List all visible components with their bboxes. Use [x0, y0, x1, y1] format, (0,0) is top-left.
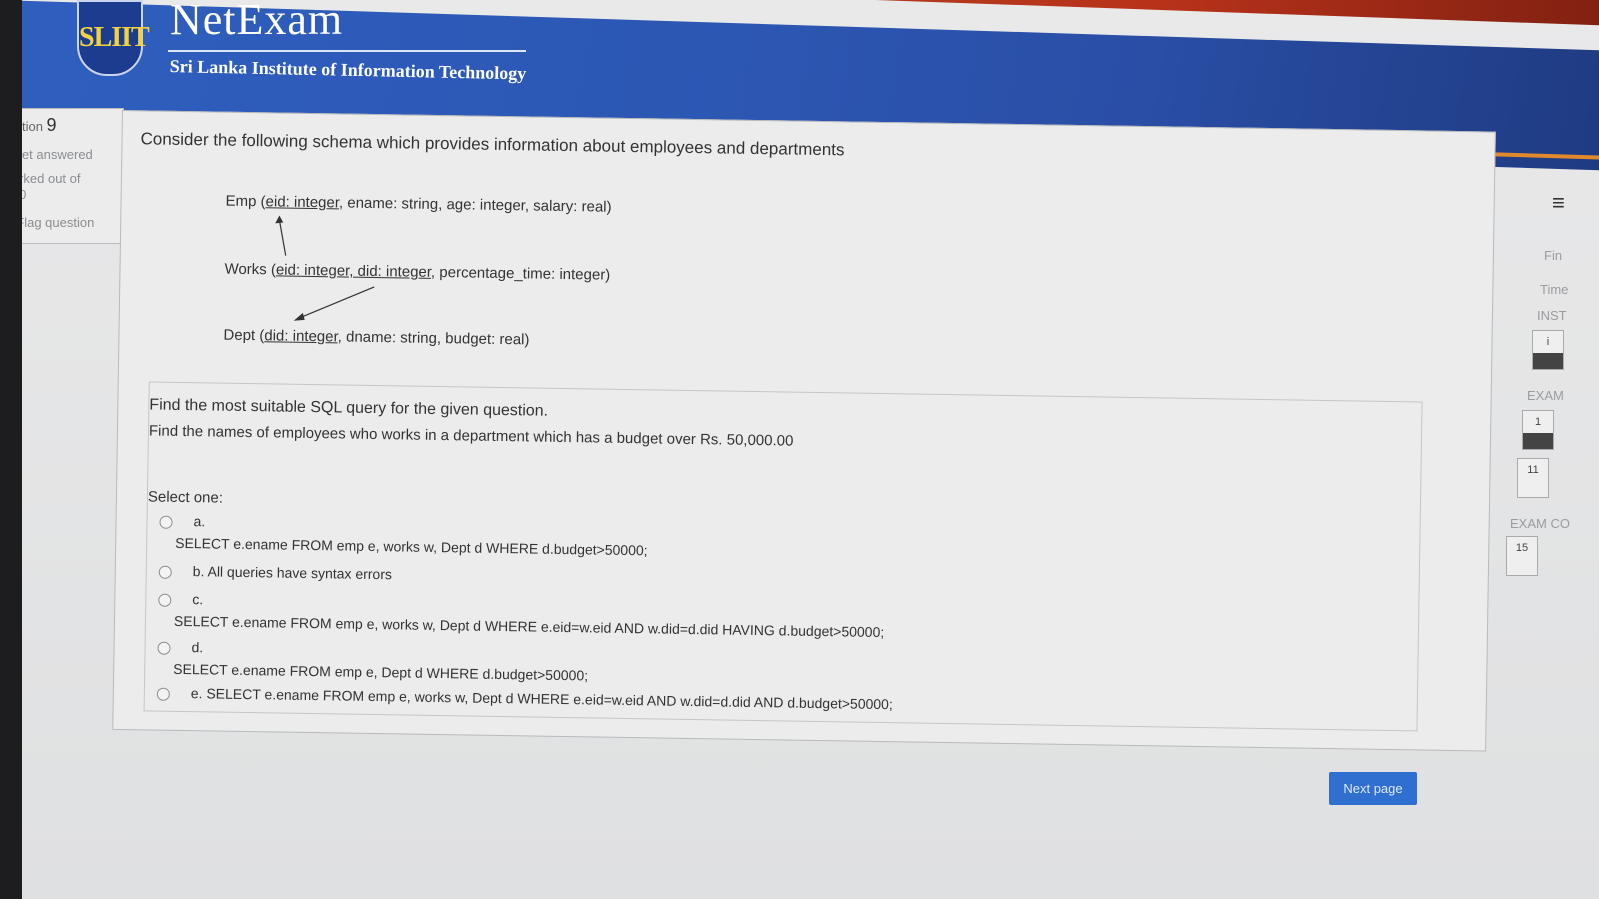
- radio-option-b[interactable]: [158, 565, 172, 579]
- nav-box-status-bar: [1533, 353, 1563, 369]
- option-a-text[interactable]: SELECT e.ename FROM emp e, works w, Dept…: [175, 535, 648, 558]
- question-heading: Find the most suitable SQL query for the…: [149, 396, 549, 420]
- schema-dept: Dept (did: integer, dname: string, budge…: [223, 327, 529, 349]
- schema-works: Works (eid: integer, did: integer, perce…: [224, 261, 610, 284]
- option-b-text[interactable]: b. All queries have syntax errors: [193, 563, 392, 582]
- schema-emp-key: eid: integer: [265, 193, 340, 212]
- marks-info: Marked out of 1.00: [22, 171, 81, 203]
- schema-emp-rest: , ename: string, age: integer, salary: r…: [338, 194, 612, 216]
- brand-title: NetExam: [170, 0, 344, 44]
- flag-question-link[interactable]: ⚑ Flag question: [22, 215, 94, 231]
- schema-works-name: Works (: [224, 260, 277, 279]
- schema-dept-name: Dept (: [223, 326, 265, 345]
- question-card: Consider the following schema which prov…: [112, 110, 1496, 752]
- fk-arrow-icon: [275, 215, 287, 256]
- radio-option-e[interactable]: [156, 687, 170, 701]
- question-lead: Consider the following schema which prov…: [140, 129, 845, 160]
- question-nav-box-1[interactable]: 1: [1522, 410, 1554, 450]
- fk-arrow-icon: [293, 286, 375, 321]
- instructions-label: INST: [1537, 308, 1567, 323]
- schema-dept-rest: , dname: string, budget: real): [337, 328, 530, 349]
- instructions-box-label: i: [1546, 336, 1550, 348]
- radio-option-d[interactable]: [157, 641, 171, 655]
- select-one-label: Select one:: [147, 488, 224, 507]
- header-accent: [661, 0, 1599, 28]
- screen: SLIIT NetExam Sri Lanka Institute of Inf…: [22, 0, 1599, 899]
- schema-works-key: eid: integer, did: integer: [275, 261, 432, 281]
- radio-option-c[interactable]: [158, 593, 172, 607]
- option-c-text[interactable]: SELECT e.ename FROM emp e, works w, Dept…: [174, 613, 885, 640]
- answer-status: ot yet answered: [22, 147, 93, 162]
- instructions-nav-box[interactable]: i: [1532, 330, 1564, 370]
- next-page-button[interactable]: Next page: [1329, 772, 1417, 805]
- nav-box-status-bar: [1523, 433, 1553, 449]
- radio-option-a[interactable]: [159, 515, 173, 529]
- question-number-value: 9: [46, 115, 57, 135]
- question-info-panel: uestion 9 ot yet answered Marked out of …: [22, 108, 124, 244]
- nav-box-11-label: 11: [1527, 464, 1539, 476]
- exam-control-label: EXAM CO: [1510, 516, 1570, 531]
- option-e-text[interactable]: e. SELECT e.ename FROM emp e, works w, D…: [191, 685, 893, 712]
- exam-label: EXAM: [1527, 388, 1564, 403]
- question-text: Find the names of employees who works in…: [148, 422, 794, 450]
- schema-emp-name: Emp (: [225, 192, 266, 211]
- sliit-logo: SLIIT: [77, 0, 150, 76]
- finish-label: Fin: [1544, 248, 1563, 263]
- brand-divider: [168, 50, 526, 52]
- answer-box: Find the most suitable SQL query for the…: [143, 381, 1423, 732]
- question-nav-box-11[interactable]: 11: [1517, 458, 1549, 498]
- time-label: Time: [1540, 282, 1569, 297]
- marks-value: 1.00: [22, 187, 27, 202]
- quiz-navigation-sidebar: ≡ Fin Time INST i EXAM 1 11 EXAM CO 15: [1502, 150, 1599, 650]
- option-d-letter: d.: [191, 639, 204, 656]
- schema-dept-key: did: integer: [264, 327, 338, 346]
- question-label: uestion: [22, 119, 43, 134]
- schema-works-rest: , percentage_time: integer): [430, 263, 611, 284]
- nav-box-1-label: 1: [1534, 416, 1542, 428]
- question-number: uestion 9: [22, 115, 57, 136]
- flag-question-label: Flag question: [22, 215, 95, 230]
- hamburger-icon[interactable]: ≡: [1552, 190, 1565, 216]
- option-a-letter: a.: [193, 513, 206, 530]
- marked-out-of-label: Marked out of: [22, 171, 81, 186]
- schema-emp: Emp (eid: integer, ename: string, age: i…: [225, 193, 611, 216]
- nav-box-15-label: 15: [1515, 542, 1529, 554]
- option-d-text[interactable]: SELECT e.ename FROM emp e, Dept d WHERE …: [173, 661, 588, 684]
- option-c-letter: c.: [192, 591, 204, 608]
- question-nav-box-15[interactable]: 15: [1506, 536, 1538, 576]
